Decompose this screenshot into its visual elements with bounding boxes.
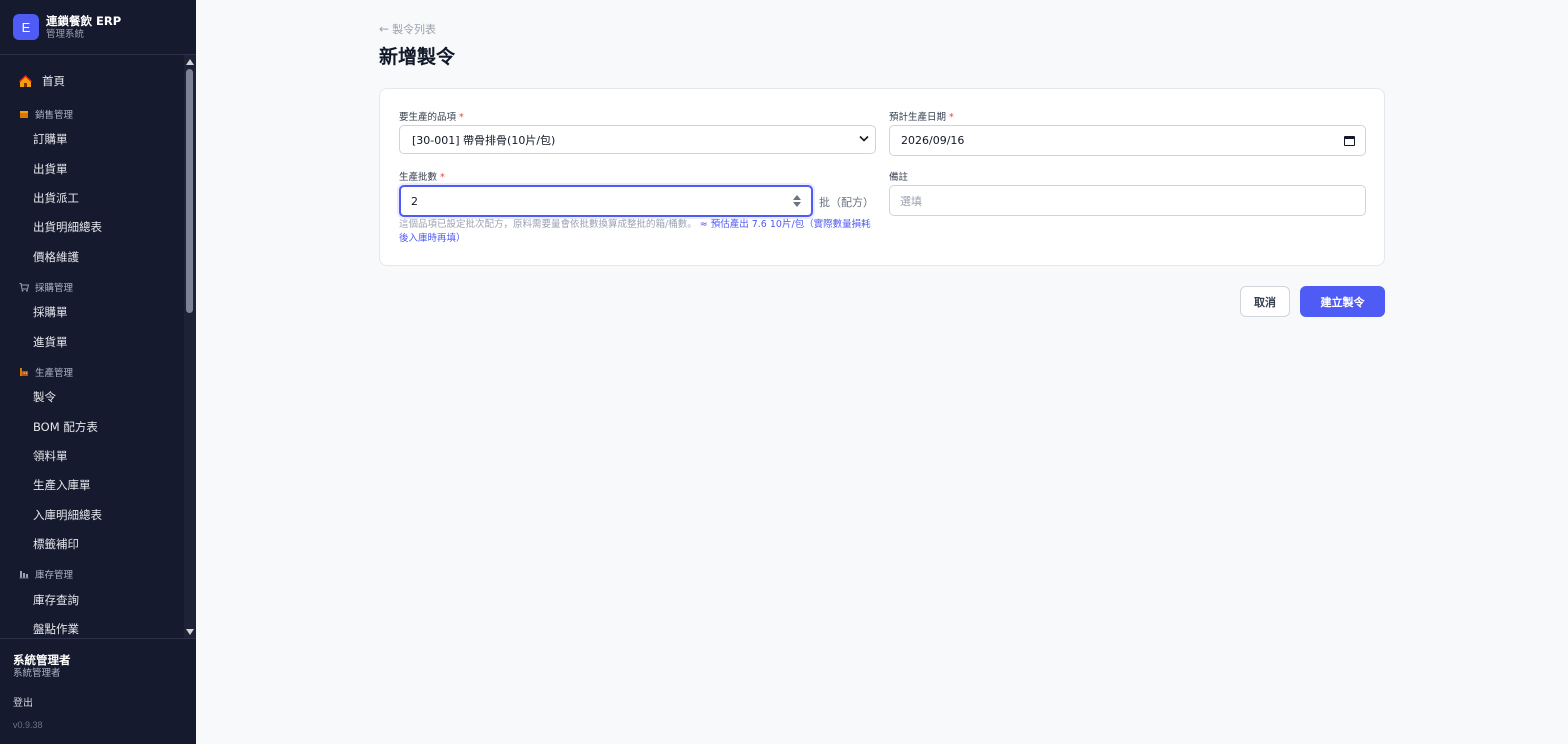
nav-group-sales: 銷售管理 — [18, 107, 73, 121]
work-order-form: 要生產的品項 * [30-001] 帶骨排骨(10片/包) 預計生產日期 * 202… — [379, 88, 1385, 266]
box-icon — [18, 109, 29, 120]
sidebar-item-orders[interactable]: 訂購單 — [33, 131, 68, 147]
item-select-value: [30-001] 帶骨排骨(10片/包) — [412, 133, 556, 147]
batches-value: 2 — [411, 194, 418, 208]
user-role: 系統管理者 — [13, 668, 61, 679]
sidebar-footer: 系統管理者 系統管理者 登出 v0.9.38 — [0, 638, 196, 744]
sidebar-scrollbar[interactable] — [184, 55, 196, 638]
item-select[interactable]: [30-001] 帶骨排骨(10片/包) — [399, 125, 876, 154]
sidebar-item-pricing[interactable]: 價格維護 — [33, 249, 79, 265]
calendar-icon[interactable] — [1344, 135, 1355, 146]
production-date-input[interactable]: 2026/09/16 — [889, 125, 1366, 156]
create-work-order-button[interactable]: 建立製令 — [1300, 286, 1385, 317]
user-name: 系統管理者 — [13, 653, 71, 667]
sidebar: E 連鎖餐飲 ERP 管理系統 首頁 銷售管理 訂購單 出貨單 出貨派工 出貨明… — [0, 0, 196, 744]
sidebar-item-shipments[interactable]: 出貨單 — [33, 161, 68, 177]
required-mark: * — [949, 112, 954, 123]
chevron-down-icon — [859, 134, 869, 145]
home-icon — [18, 74, 32, 88]
sidebar-item-work-orders[interactable]: 製令 — [33, 389, 56, 405]
nav-group-inventory: 庫存管理 — [18, 567, 73, 581]
sidebar-item-receipt-summary[interactable]: 入庫明細總表 — [33, 507, 102, 523]
scroll-down-icon[interactable] — [186, 629, 194, 635]
nav-group-purchase: 採購管理 — [18, 280, 73, 294]
warehouse-icon — [18, 569, 29, 580]
batch-hint: 這個品項已設定批次配方，原料需要量會依批數換算成整批的箱/桶數。 ≈ 預估產出 … — [399, 218, 875, 246]
scroll-up-icon[interactable] — [186, 59, 194, 65]
sidebar-item-dispatch[interactable]: 出貨派工 — [33, 190, 79, 206]
production-date-value: 2026/09/16 — [901, 134, 965, 147]
sidebar-nav: 首頁 銷售管理 訂購單 出貨單 出貨派工 出貨明細總表 價格維護 採購管理 採購… — [0, 55, 184, 638]
date-label: 預計生產日期 * — [889, 112, 954, 123]
sidebar-item-shipment-summary[interactable]: 出貨明細總表 — [33, 219, 102, 235]
nav-group-production: 生產管理 — [18, 365, 73, 379]
note-label: 備註 — [889, 172, 909, 183]
breadcrumb[interactable]: ← 製令列表 — [379, 21, 436, 37]
breadcrumb-link[interactable]: 製令列表 — [392, 21, 436, 37]
batches-label: 生產批數 * — [399, 172, 445, 183]
sidebar-item-stocktake[interactable]: 盤點作業 — [33, 621, 79, 637]
sidebar-item-home[interactable]: 首頁 — [18, 73, 65, 89]
app-subtitle: 管理系統 — [46, 28, 85, 40]
note-input[interactable]: 選填 — [889, 185, 1366, 216]
sidebar-item-purchase-orders[interactable]: 採購單 — [33, 304, 68, 320]
page-title: 新增製令 — [379, 46, 456, 68]
sidebar-item-label-reprint[interactable]: 標籤補印 — [33, 536, 79, 552]
spin-up-icon[interactable] — [793, 195, 801, 200]
note-placeholder: 選填 — [900, 194, 922, 208]
brand: E 連鎖餐飲 ERP 管理系統 — [0, 0, 196, 55]
scroll-thumb[interactable] — [186, 69, 193, 313]
number-spinner[interactable] — [793, 195, 801, 207]
spin-down-icon[interactable] — [793, 202, 801, 207]
required-mark: * — [459, 112, 464, 123]
sidebar-item-bom[interactable]: BOM 配方表 — [33, 419, 98, 435]
batches-unit: 批（配方） — [819, 196, 874, 209]
cart-icon — [18, 282, 29, 293]
sidebar-item-stock-query[interactable]: 庫存查詢 — [33, 592, 79, 608]
sidebar-item-label: 首頁 — [42, 74, 65, 88]
back-arrow-icon: ← — [379, 22, 390, 36]
sidebar-item-receiving[interactable]: 進貨單 — [33, 334, 68, 350]
app-version: v0.9.38 — [13, 720, 43, 730]
batches-input[interactable]: 2 — [399, 185, 813, 217]
logout-link[interactable]: 登出 — [13, 694, 183, 709]
app-logo: E — [13, 14, 39, 40]
item-label: 要生產的品項 * — [399, 112, 464, 123]
sidebar-item-production-receipt[interactable]: 生產入庫單 — [33, 477, 91, 493]
sidebar-item-material-requisition[interactable]: 領料單 — [33, 448, 68, 464]
batch-hint-text: 這個品項已設定批次配方，原料需要量會依批數換算成整批的箱/桶數。 — [399, 219, 697, 230]
factory-icon — [18, 367, 29, 378]
app-title: 連鎖餐飲 ERP — [46, 13, 122, 28]
cancel-button[interactable]: 取消 — [1240, 286, 1290, 317]
required-mark: * — [440, 172, 445, 183]
